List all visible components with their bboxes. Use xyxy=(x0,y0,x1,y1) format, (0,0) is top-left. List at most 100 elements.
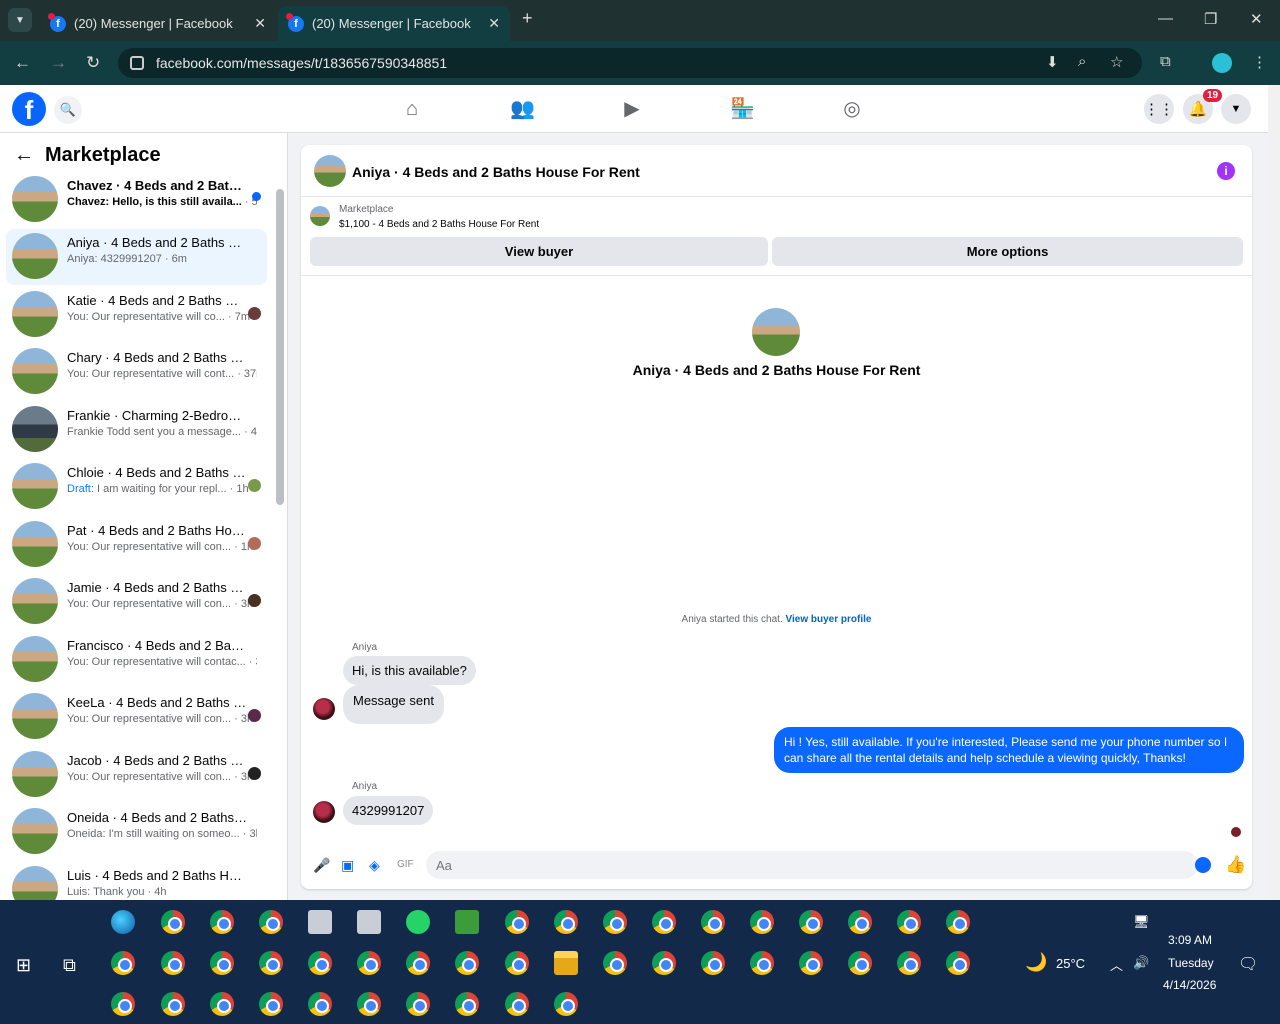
chrome-icon[interactable] xyxy=(455,951,479,975)
forward-icon[interactable]: → xyxy=(50,53,67,73)
chrome-icon[interactable] xyxy=(848,951,872,975)
chat-title[interactable]: Aniya · 4 Beds and 2 Baths House For Ren… xyxy=(352,164,640,180)
notification-center-icon[interactable]: 🗨 xyxy=(1238,954,1258,974)
gif-icon[interactable]: GIF xyxy=(397,859,414,870)
notes-icon[interactable] xyxy=(455,910,479,934)
marketplace-icon[interactable]: 🏪 xyxy=(730,97,755,121)
chrome-icon[interactable] xyxy=(505,951,529,975)
network-icon[interactable]: 🖥 xyxy=(1133,914,1150,930)
menu-grid-icon[interactable]: ⋮⋮ xyxy=(1144,94,1174,124)
video-icon[interactable]: ▶ xyxy=(620,97,644,121)
conversation-item[interactable]: Jamie · 4 Beds and 2 Baths H... You: Our… xyxy=(6,574,267,630)
conversation-item[interactable]: Chavez · 4 Beds and 2 Baths H... Chavez:… xyxy=(6,172,267,228)
chrome-icon[interactable] xyxy=(946,910,970,934)
chrome-icon[interactable] xyxy=(259,951,283,975)
friends-icon[interactable]: 👥 xyxy=(510,97,535,121)
clock-time[interactable]: 3:09 AM xyxy=(1168,933,1212,947)
thumbs-up-icon[interactable]: 👍 xyxy=(1225,855,1246,875)
chrome-icon[interactable] xyxy=(799,910,823,934)
back-arrow-icon[interactable]: ← xyxy=(14,144,34,167)
windows-start-icon[interactable]: ⊞ xyxy=(16,955,31,976)
task-view-icon[interactable]: ⧉ xyxy=(63,955,76,976)
edge-icon[interactable] xyxy=(111,910,135,934)
conversation-item[interactable]: Oneida · 4 Beds and 2 Baths Ho... Oneida… xyxy=(6,804,267,860)
conversation-item[interactable]: Chary · 4 Beds and 2 Baths Hou... You: O… xyxy=(6,344,267,400)
conversation-item-selected[interactable]: Aniya · 4 Beds and 2 Baths Hou... Aniya:… xyxy=(6,229,267,285)
emoji-icon[interactable] xyxy=(1195,857,1211,873)
volume-icon[interactable]: 🔊 xyxy=(1133,955,1149,971)
extensions-icon[interactable]: ⧉ xyxy=(1160,53,1171,70)
chrome-icon[interactable] xyxy=(946,951,970,975)
chrome-icon[interactable] xyxy=(701,951,725,975)
restore-icon[interactable]: ❐ xyxy=(1204,10,1217,28)
conversation-item[interactable]: Frankie · Charming 2-Bedroom, ... Franki… xyxy=(6,402,267,458)
clock-date[interactable]: 4/14/2026 xyxy=(1163,978,1216,992)
listing-price-title[interactable]: $1,100 - 4 Beds and 2 Baths House For Re… xyxy=(339,219,539,230)
chrome-icon[interactable] xyxy=(111,992,135,1016)
chrome-icon[interactable] xyxy=(161,910,185,934)
groups-icon[interactable]: ◎ xyxy=(840,97,864,121)
facebook-logo-icon[interactable]: f xyxy=(12,92,46,126)
browser-tab-2[interactable]: f (20) Messenger | Facebook ✕ xyxy=(278,6,510,41)
sticker-icon[interactable]: ◈ xyxy=(369,857,380,874)
file-explorer-icon[interactable] xyxy=(554,951,578,975)
conversation-item[interactable]: Francisco · 4 Beds and 2 Baths ... You: … xyxy=(6,632,267,688)
chrome-icon[interactable] xyxy=(161,992,185,1016)
conversation-item[interactable]: Jacob · 4 Beds and 2 Baths H... You: Our… xyxy=(6,747,267,803)
home-icon[interactable]: ⌂ xyxy=(400,97,424,121)
photo-icon[interactable]: ▣ xyxy=(341,857,354,874)
chrome-icon[interactable] xyxy=(259,992,283,1016)
conversation-item[interactable]: Chloie · 4 Beds and 2 Baths H... Draft: … xyxy=(6,459,267,515)
sender-avatar[interactable] xyxy=(313,801,335,823)
chrome-icon[interactable] xyxy=(848,910,872,934)
chrome-icon[interactable] xyxy=(897,951,921,975)
chrome-icon[interactable] xyxy=(406,992,430,1016)
chrome-icon[interactable] xyxy=(210,992,234,1016)
chrome-icon[interactable] xyxy=(652,910,676,934)
chrome-icon[interactable] xyxy=(406,951,430,975)
address-bar[interactable]: facebook.com/messages/t/1836567590348851 xyxy=(118,48,1142,78)
chrome-icon[interactable] xyxy=(259,910,283,934)
install-app-icon[interactable]: ⬇ xyxy=(1046,53,1059,71)
close-tab-icon[interactable]: ✕ xyxy=(254,15,266,32)
chrome-icon[interactable] xyxy=(603,951,627,975)
chrome-icon[interactable] xyxy=(897,910,921,934)
conversation-item[interactable]: Katie · 4 Beds and 2 Baths Ho... You: Ou… xyxy=(6,287,267,343)
page-scrollbar[interactable] xyxy=(1268,85,1280,900)
chrome-icon[interactable] xyxy=(505,992,529,1016)
chrome-icon[interactable] xyxy=(652,951,676,975)
site-info-icon[interactable] xyxy=(130,56,144,70)
chrome-icon[interactable] xyxy=(554,992,578,1016)
chrome-icon[interactable] xyxy=(799,951,823,975)
chrome-icon[interactable] xyxy=(161,951,185,975)
search-icon[interactable]: 🔍 xyxy=(54,96,82,124)
view-buyer-button[interactable]: View buyer xyxy=(310,237,768,266)
reload-icon[interactable]: ↻ xyxy=(86,53,100,73)
chrome-icon[interactable] xyxy=(505,910,529,934)
temperature[interactable]: 25°C xyxy=(1056,956,1085,971)
whatsapp-icon[interactable] xyxy=(406,910,430,934)
conversation-item[interactable]: Luis · 4 Beds and 2 Baths House... Luis:… xyxy=(6,862,267,900)
back-icon[interactable]: ← xyxy=(14,53,31,73)
chrome-icon[interactable] xyxy=(554,910,578,934)
conversation-item[interactable]: Pat · 4 Beds and 2 Baths Hou... You: Our… xyxy=(6,517,267,573)
listing-thumbnail[interactable] xyxy=(310,206,330,226)
conversation-item[interactable]: KeeLa · 4 Beds and 2 Baths H... You: Our… xyxy=(6,689,267,745)
chrome-icon[interactable] xyxy=(308,992,332,1016)
profile-avatar[interactable] xyxy=(1212,53,1232,73)
microphone-icon[interactable]: 🎤 xyxy=(313,857,330,874)
chrome-icon[interactable] xyxy=(455,992,479,1016)
app-icon[interactable] xyxy=(308,910,332,934)
app-icon[interactable] xyxy=(357,910,381,934)
chrome-icon[interactable] xyxy=(210,910,234,934)
chrome-icon[interactable] xyxy=(750,951,774,975)
view-buyer-profile-link[interactable]: View buyer profile xyxy=(786,614,872,625)
more-options-button[interactable]: More options xyxy=(772,237,1243,266)
close-window-icon[interactable]: ✕ xyxy=(1250,10,1263,28)
browser-menu-icon[interactable]: ⋮ xyxy=(1252,53,1267,71)
sender-avatar[interactable] xyxy=(313,698,335,720)
chrome-icon[interactable] xyxy=(603,910,627,934)
minimize-icon[interactable]: — xyxy=(1158,10,1173,27)
account-chevron-down-icon[interactable]: ▼ xyxy=(1221,94,1251,124)
weather-moon-icon[interactable]: 🌙 xyxy=(1025,952,1047,973)
